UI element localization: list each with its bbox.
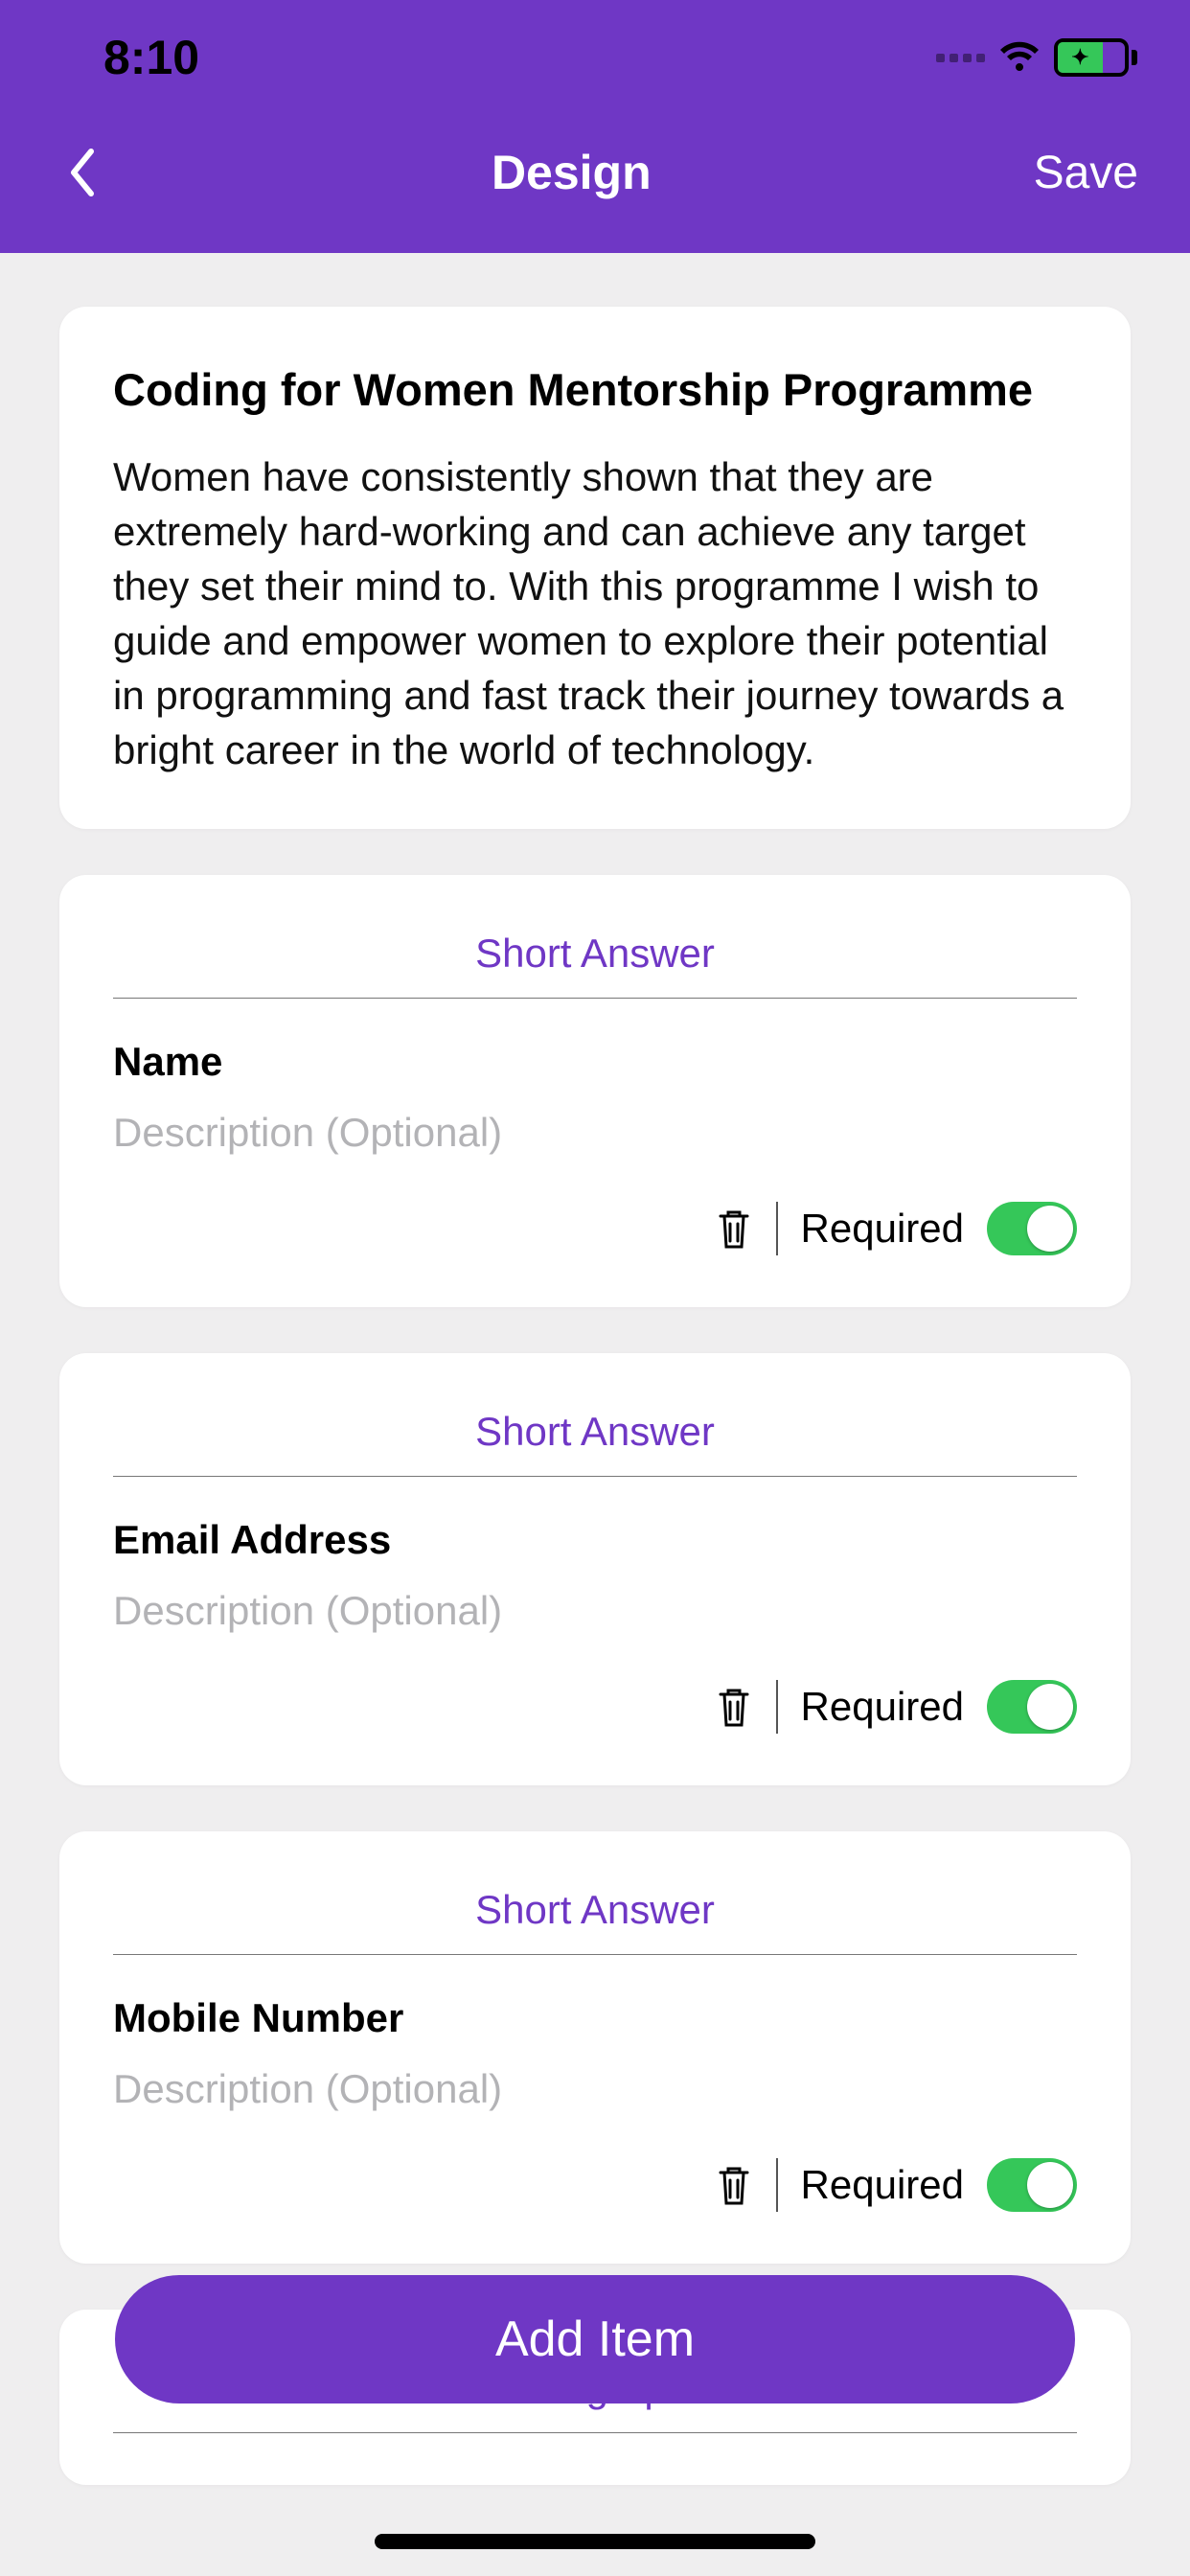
question-footer: Required bbox=[113, 1680, 1077, 1734]
question-title-input[interactable]: Mobile Number bbox=[113, 1995, 1077, 2041]
add-item-wrap: Add Item bbox=[0, 2275, 1190, 2404]
save-button[interactable]: Save bbox=[1034, 147, 1138, 199]
question-type-selector[interactable]: Short Answer bbox=[113, 1887, 1077, 1955]
chevron-left-icon bbox=[66, 148, 95, 197]
required-label: Required bbox=[801, 1206, 964, 1252]
question-title-input[interactable]: Name bbox=[113, 1039, 1077, 1085]
question-description-input[interactable]: Description (Optional) bbox=[113, 1110, 1077, 1156]
cellular-icon bbox=[936, 54, 985, 62]
app-header: 8:10 ✦ Design Save bbox=[0, 0, 1190, 253]
divider bbox=[776, 1202, 778, 1255]
required-label: Required bbox=[801, 1684, 964, 1730]
status-bar: 8:10 ✦ bbox=[0, 0, 1190, 115]
status-indicators: ✦ bbox=[936, 38, 1129, 77]
delete-button[interactable] bbox=[715, 1685, 753, 1729]
required-toggle[interactable] bbox=[987, 1680, 1077, 1734]
question-footer: Required bbox=[113, 1202, 1077, 1255]
status-time: 8:10 bbox=[103, 30, 199, 85]
delete-button[interactable] bbox=[715, 1207, 753, 1251]
question-description-input[interactable]: Description (Optional) bbox=[113, 2066, 1077, 2112]
question-description-input[interactable]: Description (Optional) bbox=[113, 1588, 1077, 1634]
add-item-button[interactable]: Add Item bbox=[115, 2275, 1075, 2404]
form-description[interactable]: Women have consistently shown that they … bbox=[113, 449, 1077, 778]
page-title: Design bbox=[492, 145, 652, 200]
trash-icon bbox=[715, 1207, 753, 1251]
divider bbox=[776, 1680, 778, 1734]
back-button[interactable] bbox=[52, 144, 109, 201]
trash-icon bbox=[715, 2163, 753, 2207]
nav-bar: Design Save bbox=[0, 115, 1190, 253]
question-footer: Required bbox=[113, 2158, 1077, 2212]
wifi-icon bbox=[998, 40, 1041, 75]
question-card[interactable]: Short Answer Email Address Description (… bbox=[59, 1353, 1131, 1785]
form-title[interactable]: Coding for Women Mentorship Programme bbox=[113, 362, 1077, 419]
question-type-selector[interactable]: Short Answer bbox=[113, 931, 1077, 999]
required-toggle[interactable] bbox=[987, 2158, 1077, 2212]
content-scroll[interactable]: Coding for Women Mentorship Programme Wo… bbox=[0, 253, 1190, 2576]
trash-icon bbox=[715, 1685, 753, 1729]
question-card[interactable]: Short Answer Name Description (Optional)… bbox=[59, 875, 1131, 1307]
home-indicator[interactable] bbox=[375, 2534, 815, 2549]
divider bbox=[776, 2158, 778, 2212]
delete-button[interactable] bbox=[715, 2163, 753, 2207]
required-toggle[interactable] bbox=[987, 1202, 1077, 1255]
required-label: Required bbox=[801, 2162, 964, 2208]
question-type-selector[interactable]: Short Answer bbox=[113, 1409, 1077, 1477]
question-card[interactable]: Short Answer Mobile Number Description (… bbox=[59, 1831, 1131, 2264]
form-header-card[interactable]: Coding for Women Mentorship Programme Wo… bbox=[59, 307, 1131, 829]
battery-icon: ✦ bbox=[1054, 38, 1129, 77]
question-title-input[interactable]: Email Address bbox=[113, 1517, 1077, 1563]
